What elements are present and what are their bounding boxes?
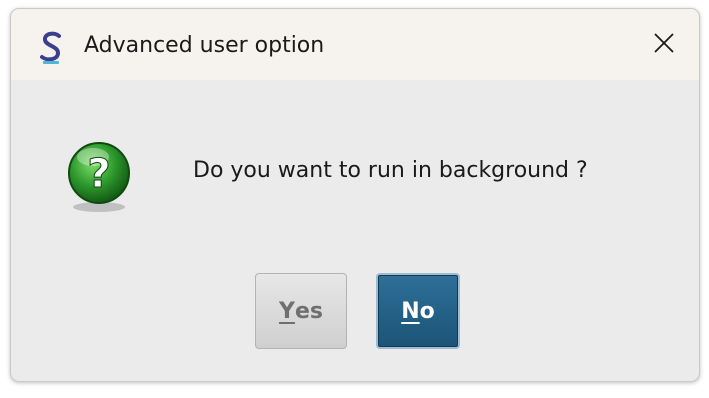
screen-background: Advanced user option ? Do you want to ru…	[0, 0, 709, 398]
dialog-window: Advanced user option ? Do you want to ru…	[10, 8, 700, 382]
svg-text:?: ?	[87, 151, 110, 197]
yes-label: es	[294, 298, 323, 324]
no-button[interactable]: No	[376, 273, 460, 349]
close-icon	[652, 31, 676, 59]
dialog-message: Do you want to run in background ?	[193, 158, 588, 183]
title-bar[interactable]: Advanced user option	[11, 9, 699, 80]
s-logo-icon	[37, 29, 65, 65]
yes-button[interactable]: Yes	[255, 273, 347, 349]
close-button[interactable]	[629, 9, 699, 80]
yes-mnemonic: Y	[279, 298, 295, 324]
no-mnemonic: N	[401, 298, 420, 324]
question-icon: ?	[59, 135, 139, 215]
no-label: o	[419, 298, 435, 324]
window-title: Advanced user option	[84, 33, 325, 58]
